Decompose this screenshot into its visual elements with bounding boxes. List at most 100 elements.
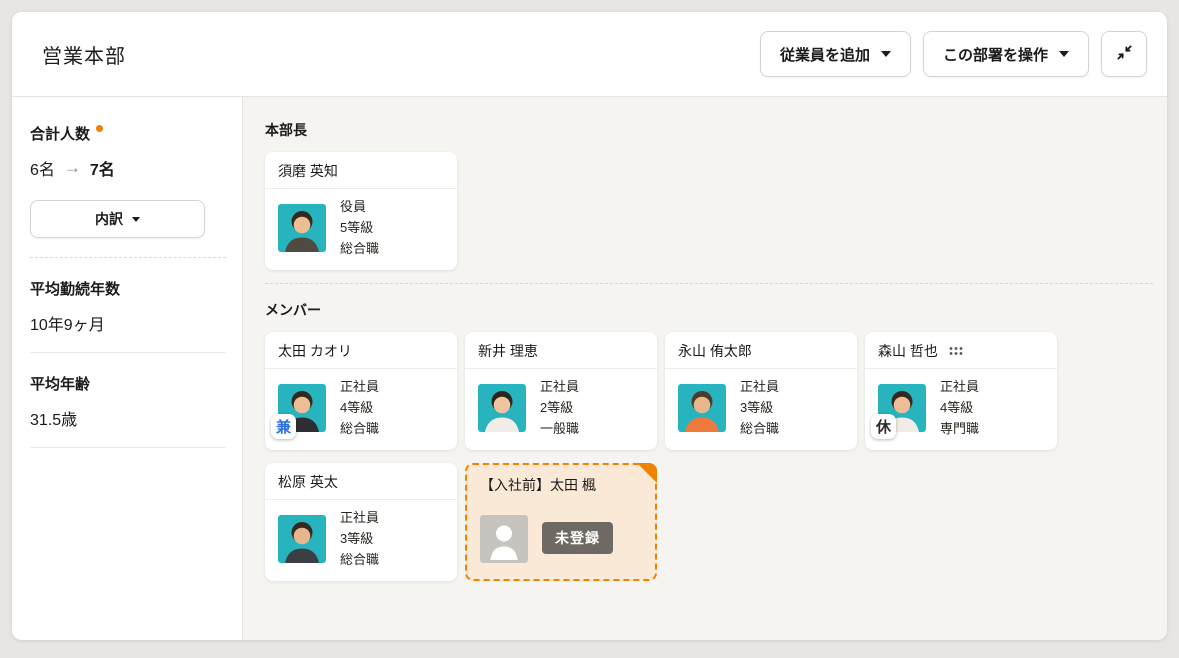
total-before: 6名: [30, 156, 55, 180]
employee-details: 正社員4等級総合職: [340, 376, 379, 439]
detail-line: 5等級: [340, 217, 379, 238]
detail-line: 一般職: [540, 418, 579, 439]
corner-fold-icon: [637, 463, 657, 483]
header-actions: 従業員を追加 この部署を操作: [760, 31, 1147, 77]
employee-details: 正社員3等級総合職: [740, 376, 779, 439]
detail-line: 正社員: [340, 376, 379, 397]
avatar: [478, 384, 526, 432]
employee-card[interactable]: 永山 侑太郎 正社員3等級総合職: [665, 332, 857, 450]
employee-card-body: 休 正社員4等級専門職: [865, 369, 1057, 450]
avatar: [278, 515, 326, 563]
employee-name-row: 太田 カオリ: [265, 332, 457, 369]
section-dashed-divider: [265, 283, 1153, 284]
detail-line: 4等級: [340, 397, 379, 418]
detail-line: 4等級: [940, 397, 979, 418]
employee-card[interactable]: 松原 英太 正社員3等級総合職: [265, 463, 457, 581]
employee-name-row: 新井 理恵: [465, 332, 657, 369]
detail-line: 総合職: [340, 418, 379, 439]
detail-line: 正社員: [740, 376, 779, 397]
panel-body: 合計人数 6名 → 7名 内訳 平均勤続年数 10年9ヶ月 平均年齢 31.5歳…: [12, 97, 1167, 640]
total-count-value: 6名 → 7名: [30, 156, 226, 180]
detail-line: 役員: [340, 196, 379, 217]
employee-details: 役員5等級総合職: [340, 196, 379, 259]
employee-name: 【入社前】太田 楓: [480, 475, 596, 495]
detail-line: 3等級: [340, 528, 379, 549]
avg-tenure-value: 10年9ヶ月: [30, 311, 226, 335]
employee-name-row: 須磨 英知: [265, 152, 457, 189]
avg-age-value: 31.5歳: [30, 406, 226, 430]
employee-name: 永山 侑太郎: [678, 341, 752, 361]
employee-card-body: 正社員3等級総合職: [265, 500, 457, 581]
employee-card-body: 正社員3等級総合職: [665, 369, 857, 450]
pending-employee-card[interactable]: 【入社前】太田 楓 未登録: [465, 463, 657, 581]
breakdown-label: 内訳: [95, 209, 123, 229]
department-panel: 営業本部 従業員を追加 この部署を操作: [12, 12, 1167, 640]
chevron-down-icon: [132, 217, 140, 222]
members-section-label: メンバー: [265, 300, 1153, 320]
avatar: [480, 515, 528, 563]
employee-details: 正社員3等級総合職: [340, 507, 379, 570]
employee-name: 森山 哲也: [878, 341, 938, 361]
avg-tenure-label: 平均勤続年数: [30, 278, 226, 299]
status-mini-badge: 休: [871, 414, 896, 439]
unregistered-badge: 未登録: [542, 522, 613, 554]
chief-card-row: 須磨 英知 役員5等級総合職: [265, 152, 1153, 270]
sidebar-divider: [30, 447, 226, 448]
detail-line: 総合職: [740, 418, 779, 439]
employee-card[interactable]: 新井 理恵 正社員2等級一般職: [465, 332, 657, 450]
employee-details: 正社員2等級一般職: [540, 376, 579, 439]
panel-header: 営業本部 従業員を追加 この部署を操作: [12, 12, 1167, 97]
sidebar-divider: [30, 352, 226, 353]
employee-card-body: 正社員2等級一般職: [465, 369, 657, 450]
employee-name-row: 【入社前】太田 楓: [467, 465, 655, 502]
employee-name: 須磨 英知: [278, 161, 338, 181]
detail-line: 正社員: [540, 376, 579, 397]
avg-age-label: 平均年齢: [30, 373, 226, 394]
employee-card-body: 兼 正社員4等級総合職: [265, 369, 457, 450]
chevron-down-icon: [1059, 51, 1069, 57]
employee-name: 太田 カオリ: [278, 341, 352, 361]
employee-name-row: 松原 英太: [265, 463, 457, 500]
employee-details: 未登録: [542, 527, 613, 550]
detail-line: 専門職: [940, 418, 979, 439]
employee-photo: [278, 204, 326, 252]
chevron-down-icon: [881, 51, 891, 57]
avatar: [678, 384, 726, 432]
collapse-icon: [1116, 44, 1133, 65]
detail-line: 総合職: [340, 238, 379, 259]
chief-section-label: 本部長: [265, 120, 1153, 140]
add-employee-button[interactable]: 従業員を追加: [760, 31, 911, 77]
status-mini-badge: 兼: [271, 414, 296, 439]
change-indicator-dot: [96, 125, 103, 132]
employee-photo: [478, 384, 526, 432]
avatar: 休: [878, 384, 926, 432]
avatar: [278, 204, 326, 252]
department-actions-button[interactable]: この部署を操作: [923, 31, 1089, 77]
add-employee-label: 従業員を追加: [780, 44, 870, 65]
employee-card-body: 未登録: [467, 502, 655, 579]
employee-card-body: 役員5等級総合職: [265, 189, 457, 270]
breakdown-button[interactable]: 内訳: [30, 200, 205, 238]
employee-name-row: 森山 哲也: [865, 332, 1057, 369]
detail-line: 正社員: [940, 376, 979, 397]
employee-card[interactable]: 太田 カオリ 兼 正社員4等級総合職: [265, 332, 457, 450]
department-actions-label: この部署を操作: [943, 44, 1048, 65]
stats-sidebar: 合計人数 6名 → 7名 内訳 平均勤続年数 10年9ヶ月 平均年齢 31.5歳: [12, 97, 243, 640]
employee-photo: [678, 384, 726, 432]
employee-name-row: 永山 侑太郎: [665, 332, 857, 369]
detail-line: 2等級: [540, 397, 579, 418]
employee-card[interactable]: 森山 哲也 休 正社員4等級専門職: [865, 332, 1057, 450]
collapse-button[interactable]: [1101, 31, 1147, 77]
org-chart-area: 本部長 須磨 英知 役員5等級総合職 メンバー 太田 カオリ 兼 正社員4等級総…: [243, 97, 1167, 640]
detail-line: 正社員: [340, 507, 379, 528]
sidebar-dashed-divider: [30, 257, 226, 258]
page-title: 営業本部: [42, 40, 126, 69]
employee-name: 新井 理恵: [478, 341, 538, 361]
avatar: 兼: [278, 384, 326, 432]
employee-card[interactable]: 須磨 英知 役員5等級総合職: [265, 152, 457, 270]
detail-line: 総合職: [340, 549, 379, 570]
placeholder-avatar-icon: [480, 515, 528, 563]
employee-details: 正社員4等級専門職: [940, 376, 979, 439]
drag-handle-dots-icon[interactable]: [949, 346, 963, 356]
total-after: 7名: [90, 156, 115, 180]
